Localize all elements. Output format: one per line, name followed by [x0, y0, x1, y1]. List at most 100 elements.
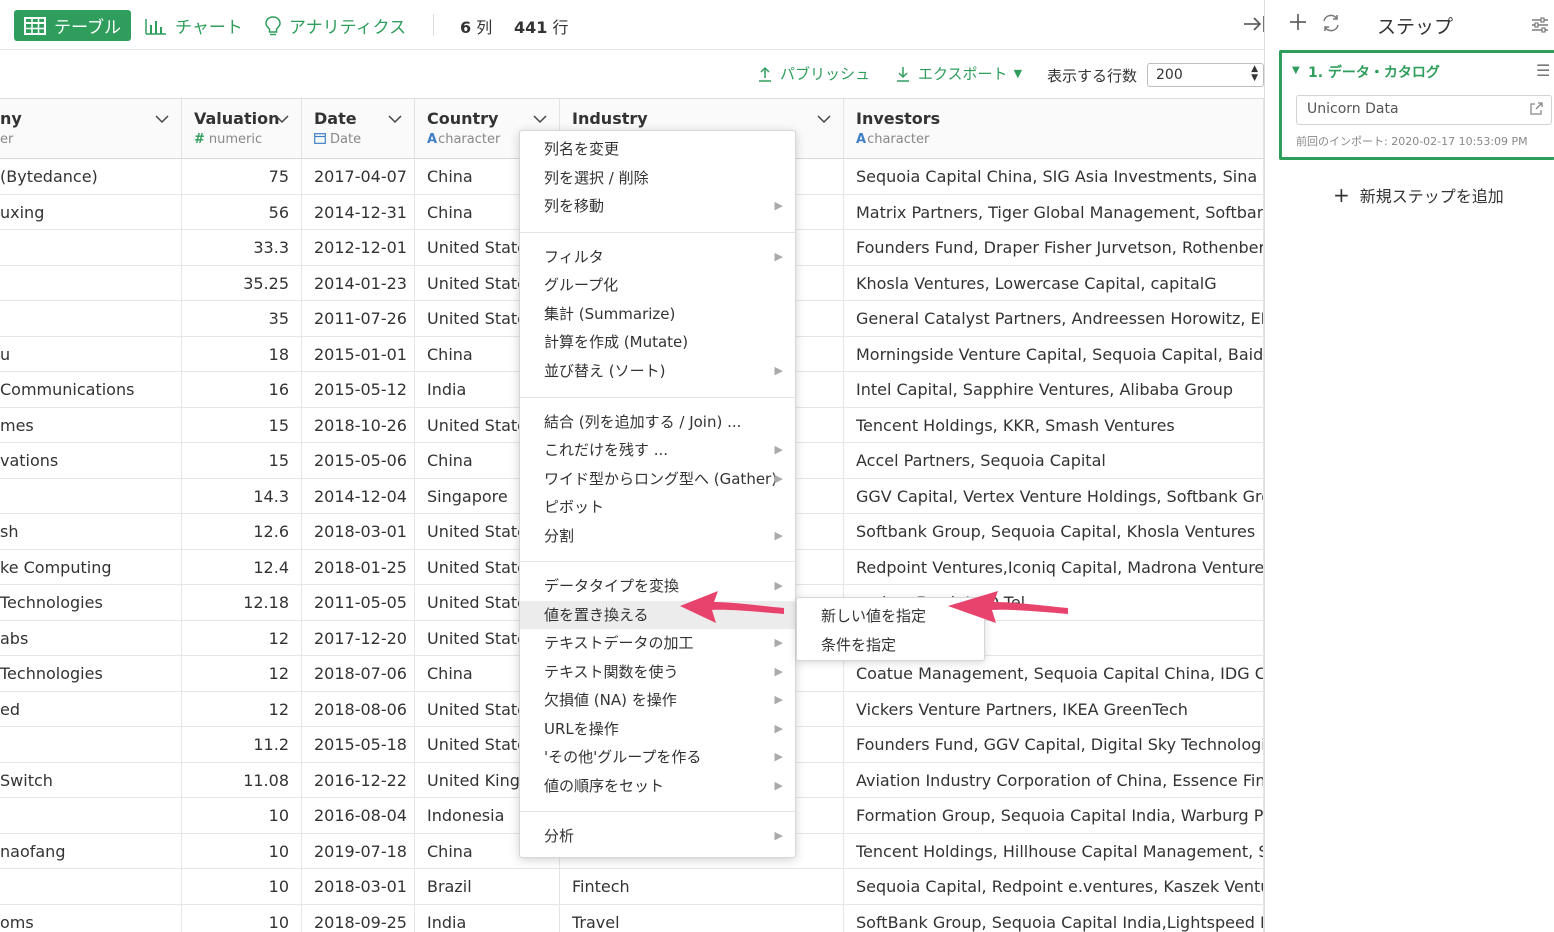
table-cell[interactable]: ke Computing [0, 549, 182, 584]
menu-item[interactable]: 集計 (Summarize) [520, 300, 795, 328]
table-cell[interactable]: Softbank Group, Sequoia Capital, Khosla … [844, 514, 1264, 549]
collapse-caret-icon[interactable]: ▼ [1292, 65, 1300, 76]
settings-sliders-icon[interactable] [1531, 16, 1549, 38]
table-cell[interactable]: 12.6 [182, 514, 302, 549]
menu-item[interactable]: 結合 (列を追加する / Join) ... [520, 408, 795, 436]
table-cell[interactable]: 2018-09-25 [302, 904, 415, 932]
table-cell[interactable]: 2014-12-31 [302, 194, 415, 229]
chevron-down-icon[interactable] [817, 113, 831, 127]
table-cell[interactable]: 10 [182, 904, 302, 932]
table-cell[interactable]: mes [0, 407, 182, 442]
table-cell[interactable]: 11.08 [182, 762, 302, 797]
table-cell[interactable]: uxing [0, 194, 182, 229]
table-cell[interactable]: vations [0, 443, 182, 478]
table-cell[interactable]: 35.25 [182, 265, 302, 300]
table-cell[interactable]: Tencent Holdings, KKR, Smash Ventures [844, 407, 1264, 442]
table-cell[interactable]: 2015-01-01 [302, 336, 415, 371]
table-cell[interactable]: 75 [182, 159, 302, 194]
table-cell[interactable] [0, 301, 182, 336]
table-cell[interactable]: 2011-05-05 [302, 585, 415, 620]
table-cell[interactable]: Morningside Venture Capital, Sequoia Cap… [844, 336, 1264, 371]
table-cell[interactable]: Coatue Management, Sequoia Capital China… [844, 656, 1264, 691]
table-cell[interactable]: 12.4 [182, 549, 302, 584]
menu-item[interactable]: 列名を変更 [520, 135, 795, 163]
table-cell[interactable]: Tencent Holdings, Hillhouse Capital Mana… [844, 833, 1264, 868]
publish-button[interactable]: パブリッシュ [758, 63, 870, 84]
rows-select[interactable]: 200 ▲ ▼ [1147, 63, 1264, 87]
menu-item[interactable]: 並び替え (ソート) ▶ [520, 357, 795, 385]
table-cell[interactable]: Fintech [560, 869, 844, 904]
table-cell[interactable]: Sequoia Capital China, SIG Asia Investme… [844, 159, 1264, 194]
menu-item[interactable]: 分析 ▶ [520, 822, 795, 850]
table-cell[interactable]: Technologies [0, 656, 182, 691]
table-cell[interactable] [0, 265, 182, 300]
tab-chart[interactable]: チャート [145, 10, 243, 41]
refresh-icon[interactable] [1321, 13, 1341, 37]
table-cell[interactable]: 2018-03-01 [302, 869, 415, 904]
table-cell[interactable]: Brazil [415, 869, 560, 904]
table-cell[interactable]: Switch [0, 762, 182, 797]
table-cell[interactable] [0, 478, 182, 513]
table-cell[interactable]: 2018-07-06 [302, 656, 415, 691]
table-cell[interactable]: Communications [0, 372, 182, 407]
menu-item[interactable]: フィルタ ▶ [520, 243, 795, 271]
menu-item[interactable]: 欠損値 (NA) を操作 ▶ [520, 686, 795, 714]
table-cell[interactable]: oms [0, 904, 182, 932]
table-cell[interactable]: 12 [182, 656, 302, 691]
table-cell[interactable]: General Catalyst Partners, Andreessen Ho… [844, 301, 1264, 336]
table-cell[interactable]: 15 [182, 407, 302, 442]
menu-item[interactable]: これだけを残す ... ▶ [520, 436, 795, 464]
table-cell[interactable]: 2014-01-23 [302, 265, 415, 300]
menu-item[interactable]: URLを操作 ▶ [520, 715, 795, 743]
table-cell[interactable]: ed [0, 691, 182, 726]
menu-item[interactable]: 分割 ▶ [520, 522, 795, 550]
menu-item[interactable]: 列を移動 ▶ [520, 192, 795, 220]
table-cell[interactable]: abs [0, 620, 182, 655]
table-cell[interactable]: 10 [182, 798, 302, 833]
table-cell[interactable]: 14.3 [182, 478, 302, 513]
table-cell[interactable]: 33.3 [182, 230, 302, 265]
table-cell[interactable]: GGV Capital, Vertex Venture Holdings, So… [844, 478, 1264, 513]
step-card[interactable]: ▼ 1. データ・カタログ ☰ Unicorn Data 前回のインポート: 2… [1279, 50, 1554, 160]
table-cell[interactable]: Technologies [0, 585, 182, 620]
table-cell[interactable]: 12 [182, 620, 302, 655]
collapse-panel-icon[interactable] [1242, 14, 1266, 38]
table-cell[interactable]: 16 [182, 372, 302, 407]
table-cell[interactable]: 2017-12-20 [302, 620, 415, 655]
table-cell[interactable]: Redpoint Ventures,Iconiq Capital, Madron… [844, 549, 1264, 584]
menu-item[interactable]: テキスト関数を使う ▶ [520, 658, 795, 686]
table-cell[interactable]: 2016-08-04 [302, 798, 415, 833]
table-cell[interactable]: Founders Fund, Draper Fisher Jurvetson, … [844, 230, 1264, 265]
table-cell[interactable] [0, 727, 182, 762]
table-cell[interactable]: Accel Partners, Sequoia Capital [844, 443, 1264, 478]
table-cell[interactable]: 2014-12-04 [302, 478, 415, 513]
table-cell[interactable]: 10 [182, 833, 302, 868]
table-cell[interactable]: 2015-05-12 [302, 372, 415, 407]
column-header[interactable]: Investors Acharacter [844, 99, 1264, 159]
table-cell[interactable]: Intel Capital, Sapphire Ventures, Alibab… [844, 372, 1264, 407]
table-cell[interactable]: 2012-12-01 [302, 230, 415, 265]
menu-item[interactable]: 'その他'グループを作る ▶ [520, 743, 795, 771]
menu-item[interactable]: 計算を作成 (Mutate) [520, 328, 795, 356]
export-button[interactable]: エクスポート ▼ [896, 63, 1022, 84]
table-cell[interactable]: 10 [182, 869, 302, 904]
add-icon[interactable] [1289, 13, 1307, 35]
table-cell[interactable]: naofang [0, 833, 182, 868]
tab-analytics[interactable]: アナリティクス [265, 10, 406, 41]
add-step-button[interactable]: + 新規ステップを追加 [1333, 183, 1504, 207]
chevron-down-icon[interactable] [155, 113, 169, 127]
chevron-down-icon[interactable] [388, 113, 402, 127]
table-cell[interactable]: 2017-04-07 [302, 159, 415, 194]
table-cell[interactable]: Travel [560, 904, 844, 932]
column-header[interactable]: Valuation # numeric [182, 99, 302, 159]
table-cell[interactable]: Formation Group, Sequoia Capital India, … [844, 798, 1264, 833]
column-header[interactable]: Date Date [302, 99, 415, 159]
table-cell[interactable]: 2011-07-26 [302, 301, 415, 336]
table-cell[interactable]: 11.2 [182, 727, 302, 762]
table-cell[interactable]: 2018-10-26 [302, 407, 415, 442]
menu-item[interactable]: グループ化 [520, 271, 795, 299]
chevron-down-icon[interactable] [533, 113, 547, 127]
table-cell[interactable] [0, 798, 182, 833]
table-cell[interactable]: 2018-03-01 [302, 514, 415, 549]
table-cell[interactable] [0, 230, 182, 265]
